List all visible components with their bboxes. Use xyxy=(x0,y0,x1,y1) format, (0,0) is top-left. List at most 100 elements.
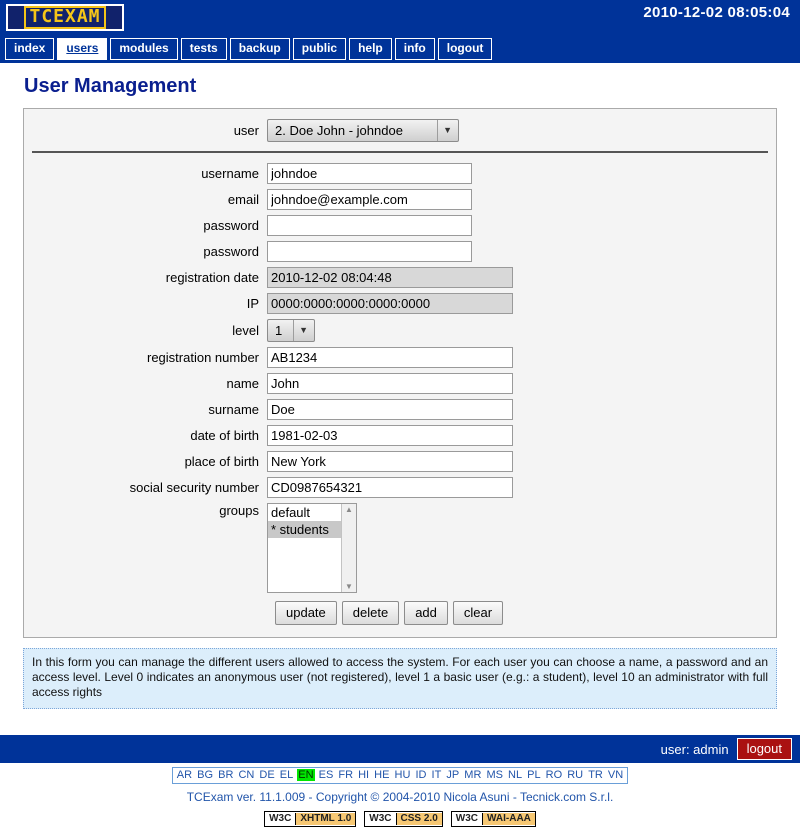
form-row-email: email xyxy=(24,189,776,210)
update-button[interactable]: update xyxy=(275,601,337,625)
nav-item-info[interactable]: info xyxy=(394,38,435,60)
language-link-fr[interactable]: FR xyxy=(337,769,354,781)
language-link-en[interactable]: EN xyxy=(297,769,315,781)
level-select-value: 1 xyxy=(275,323,283,338)
user-select-value: 2. Doe John - johndoe xyxy=(275,123,403,138)
language-link-ru[interactable]: RU xyxy=(566,769,584,781)
copyright-text: TCExam ver. 11.1.009 - Copyright © 2004-… xyxy=(186,790,614,804)
language-link-he[interactable]: HE xyxy=(373,769,390,781)
nav-item-logout[interactable]: logout xyxy=(437,38,493,60)
nav-item-help[interactable]: help xyxy=(349,38,392,60)
surname-input[interactable] xyxy=(267,399,513,420)
label-ip: IP xyxy=(246,296,259,311)
badge-xhtml-right: XHTML 1.0 xyxy=(295,813,356,825)
label-registration-date: registration date xyxy=(165,270,259,285)
username-input[interactable] xyxy=(267,163,472,184)
list-item[interactable]: default xyxy=(268,504,341,521)
registration-number-input[interactable] xyxy=(267,347,513,368)
main-content: User Management user 2. Doe John - johnd… xyxy=(0,75,800,709)
language-selector: AR BG BR CN DE EL EN ES FR HI HE HU ID I… xyxy=(171,767,629,784)
password-input-2[interactable] xyxy=(267,241,472,262)
clear-button[interactable]: clear xyxy=(452,601,504,625)
label-username: username xyxy=(201,166,259,181)
social-security-number-input[interactable] xyxy=(267,477,513,498)
form-buttons: update delete add clear xyxy=(275,601,776,625)
language-link-id[interactable]: ID xyxy=(414,769,427,781)
form-row-user: user 2. Doe John - johndoe ▼ xyxy=(24,119,776,142)
name-input[interactable] xyxy=(267,373,513,394)
registration-date-input xyxy=(267,267,513,288)
tcexam-logo-text: TCEXAM xyxy=(24,6,106,29)
label-email: email xyxy=(227,192,259,207)
list-item[interactable]: * students xyxy=(268,521,341,538)
language-link-ro[interactable]: RO xyxy=(545,769,564,781)
nav-item-index[interactable]: index xyxy=(5,38,55,60)
level-select[interactable]: 1 ▼ xyxy=(267,319,315,342)
groups-listbox[interactable]: default * students ▲ ▼ xyxy=(267,503,357,593)
nav-item-users[interactable]: users xyxy=(57,38,108,60)
form-row-place-of-birth: place of birth xyxy=(24,451,776,472)
language-link-ar[interactable]: AR xyxy=(176,769,193,781)
label-name: name xyxy=(226,376,259,391)
nav-item-tests[interactable]: tests xyxy=(180,38,227,60)
form-row-level: level 1 ▼ xyxy=(24,319,776,342)
form-row-username: username xyxy=(24,163,776,184)
user-form: user 2. Doe John - johndoe ▼ username em… xyxy=(23,108,777,638)
page-footer: AR BG BR CN DE EL EN ES FR HI HE HU ID I… xyxy=(0,766,800,827)
logout-button[interactable]: logout xyxy=(736,738,792,760)
user-select[interactable]: 2. Doe John - johndoe ▼ xyxy=(267,119,459,142)
date-of-birth-input[interactable] xyxy=(267,425,513,446)
bottom-bar: user: admin logout xyxy=(0,735,800,763)
password-input-1[interactable] xyxy=(267,215,472,236)
groups-options: default * students xyxy=(268,504,341,592)
language-link-nl[interactable]: NL xyxy=(507,769,523,781)
current-user-label: user: admin xyxy=(660,741,729,757)
label-password-1: password xyxy=(203,218,259,233)
place-of-birth-input[interactable] xyxy=(267,451,513,472)
language-link-bg[interactable]: BG xyxy=(196,769,214,781)
language-link-cn[interactable]: CN xyxy=(237,769,255,781)
form-row-password-2: password xyxy=(24,241,776,262)
header-datetime: 2010-12-02 08:05:04 xyxy=(643,4,790,21)
form-row-ip: IP xyxy=(24,293,776,314)
scroll-down-icon[interactable]: ▼ xyxy=(345,582,353,591)
language-link-vn[interactable]: VN xyxy=(607,769,624,781)
groups-scrollbar[interactable]: ▲ ▼ xyxy=(341,504,356,592)
nav-item-modules[interactable]: modules xyxy=(110,38,178,60)
nav-item-backup[interactable]: backup xyxy=(229,38,290,60)
badge-wai-left: W3C xyxy=(451,813,482,825)
language-link-mr[interactable]: MR xyxy=(463,769,482,781)
language-link-pl[interactable]: PL xyxy=(526,769,541,781)
label-social-security-number: social security number xyxy=(129,480,259,495)
nav-item-public[interactable]: public xyxy=(292,38,347,60)
scroll-up-icon[interactable]: ▲ xyxy=(345,505,353,514)
badge-css-left: W3C xyxy=(365,813,396,825)
tcexam-logo: TCEXAM xyxy=(6,4,124,31)
ip-input xyxy=(267,293,513,314)
language-link-de[interactable]: DE xyxy=(258,769,275,781)
language-link-jp[interactable]: JP xyxy=(445,769,460,781)
label-groups: groups xyxy=(219,503,259,518)
delete-button[interactable]: delete xyxy=(341,601,400,625)
add-button[interactable]: add xyxy=(404,601,448,625)
language-link-ms[interactable]: MS xyxy=(485,769,504,781)
language-link-hi[interactable]: HI xyxy=(357,769,370,781)
language-link-hu[interactable]: HU xyxy=(394,769,412,781)
label-level: level xyxy=(232,323,259,338)
label-password-2: password xyxy=(203,244,259,259)
badge-xhtml-left: W3C xyxy=(265,813,296,825)
form-row-surname: surname xyxy=(24,399,776,420)
label-registration-number: registration number xyxy=(147,350,259,365)
language-link-br[interactable]: BR xyxy=(217,769,234,781)
label-surname: surname xyxy=(208,402,259,417)
form-row-password-1: password xyxy=(24,215,776,236)
email-input[interactable] xyxy=(267,189,472,210)
label-place-of-birth: place of birth xyxy=(184,454,259,469)
language-link-el[interactable]: EL xyxy=(279,769,294,781)
language-link-tr[interactable]: TR xyxy=(587,769,604,781)
form-row-registration-date: registration date xyxy=(24,267,776,288)
form-divider xyxy=(32,151,768,153)
language-link-it[interactable]: IT xyxy=(431,769,443,781)
form-row-date-of-birth: date of birth xyxy=(24,425,776,446)
language-link-es[interactable]: ES xyxy=(318,769,335,781)
